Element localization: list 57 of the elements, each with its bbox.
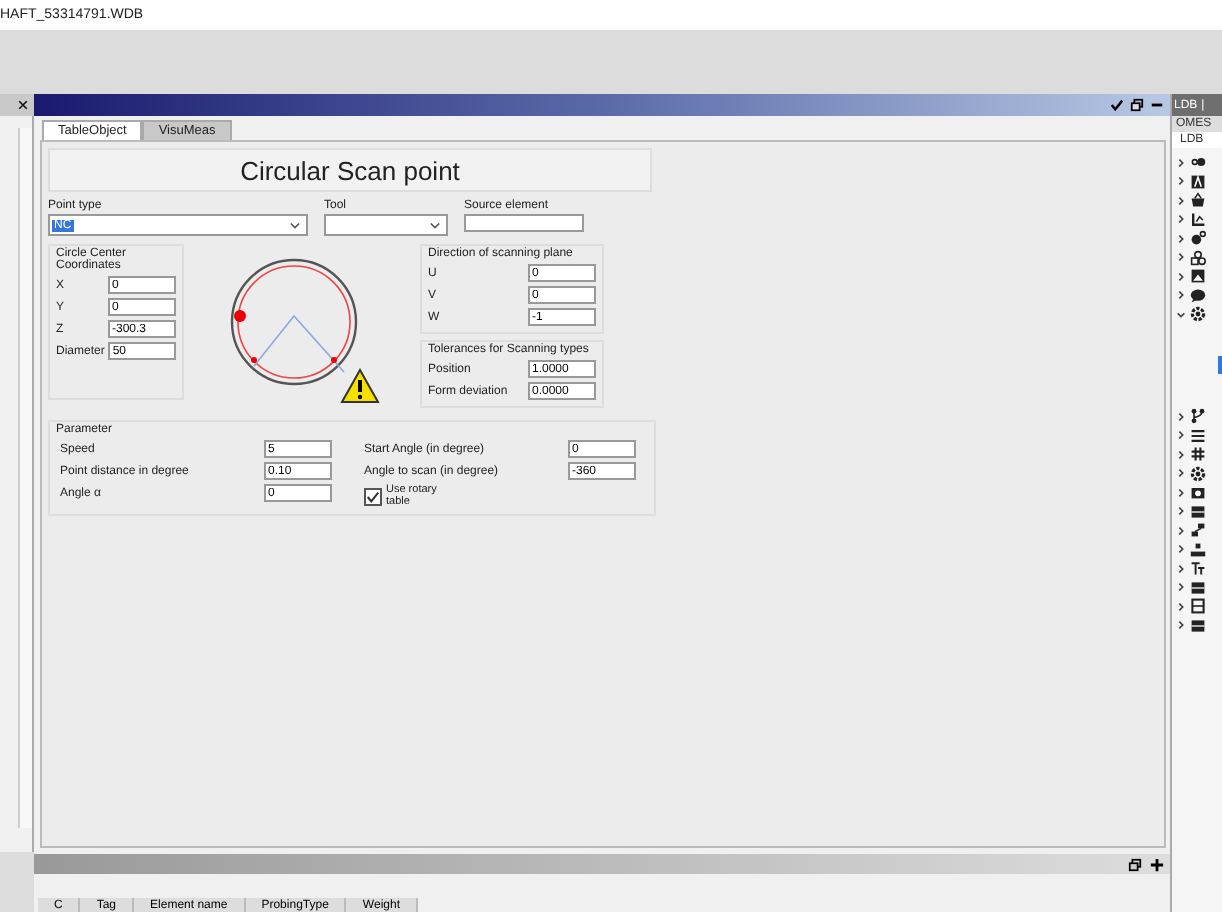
chevron-icon[interactable]	[1176, 506, 1186, 516]
chevron-icon[interactable]	[1176, 563, 1186, 573]
chevron-icon[interactable]	[1176, 233, 1186, 243]
restore-icon[interactable]	[1128, 857, 1142, 871]
selection-marker	[1218, 356, 1222, 374]
restore-icon[interactable]	[1130, 98, 1144, 112]
chevron-icon[interactable]	[1176, 620, 1186, 630]
film-icon[interactable]	[1190, 503, 1206, 519]
plus-icon[interactable]	[1150, 857, 1164, 871]
chevron-icon[interactable]	[1176, 449, 1186, 459]
chevron-icon[interactable]	[1176, 271, 1186, 281]
film-icon[interactable]	[1190, 579, 1206, 595]
chevron-icon[interactable]	[1176, 214, 1186, 224]
basket-icon[interactable]	[1190, 192, 1206, 208]
chevron-icon[interactable]	[1176, 525, 1186, 535]
chevron-icon[interactable]	[1176, 468, 1186, 478]
branch-icon[interactable]	[1190, 408, 1206, 424]
caret-icon	[430, 221, 440, 229]
gears-icon[interactable]	[1190, 230, 1206, 246]
chevron-icon[interactable]	[1176, 411, 1186, 421]
form-title: Circular Scan point	[48, 148, 652, 192]
tool-dropdown[interactable]	[324, 214, 448, 236]
gear-icon[interactable]	[1190, 306, 1206, 322]
link-icon[interactable]	[1190, 522, 1206, 538]
chevron-icon[interactable]	[1176, 176, 1186, 186]
axes-icon[interactable]	[1190, 211, 1206, 227]
chevron-icon[interactable]	[1176, 487, 1186, 497]
chevron-icon[interactable]	[1176, 601, 1186, 611]
sitemap-icon[interactable]	[1190, 541, 1206, 557]
chevron-icon[interactable]	[1176, 309, 1186, 319]
chevron-icon[interactable]	[1176, 252, 1186, 262]
chevron-icon[interactable]	[1176, 157, 1186, 167]
letter-icon[interactable]	[1190, 173, 1206, 189]
scroll-bar[interactable]	[18, 128, 32, 828]
shapes-icon[interactable]	[1190, 249, 1206, 265]
chevron-icon[interactable]	[1176, 290, 1186, 300]
check-icon[interactable]	[1110, 98, 1124, 112]
image-icon[interactable]	[1190, 268, 1206, 284]
close-icon[interactable]	[18, 100, 28, 110]
chevron-icon[interactable]	[1176, 544, 1186, 554]
caret-icon	[290, 221, 300, 229]
chevron-icon[interactable]	[1176, 430, 1186, 440]
toggle-icon[interactable]	[1190, 154, 1206, 170]
chat-icon[interactable]	[1190, 287, 1206, 303]
film-icon[interactable]	[1190, 617, 1206, 633]
camera-icon[interactable]	[1190, 484, 1206, 500]
source-element-field[interactable]	[464, 214, 584, 232]
gear-icon[interactable]	[1190, 465, 1206, 481]
checkbox[interactable]	[364, 487, 382, 505]
chevron-icon[interactable]	[1176, 195, 1186, 205]
list-icon[interactable]	[1190, 427, 1206, 443]
text-size-icon[interactable]	[1190, 560, 1206, 576]
chevron-icon[interactable]	[1176, 582, 1186, 592]
hash-icon[interactable]	[1190, 446, 1206, 462]
minimize-icon[interactable]	[1150, 98, 1164, 112]
document-icon[interactable]	[1190, 598, 1206, 614]
warning-icon	[340, 368, 380, 404]
